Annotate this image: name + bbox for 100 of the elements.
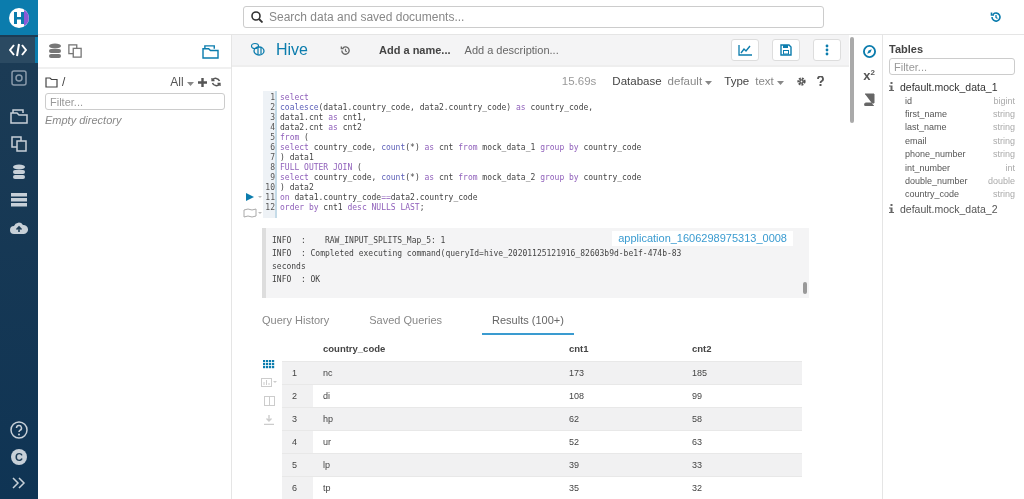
chart-button[interactable] (731, 39, 759, 62)
refresh-icon[interactable] (211, 77, 221, 87)
column-name[interactable]: int_number (905, 162, 951, 173)
run-icon[interactable] (245, 191, 263, 202)
column-type: string (993, 122, 1015, 133)
logo-icon (0, 0, 38, 35)
functions-button[interactable]: x$^{2}$ (863, 68, 875, 84)
line-number: 9 (269, 173, 275, 183)
table-filter-field[interactable]: Filter... (889, 58, 1015, 75)
filter-field[interactable]: Filter... (45, 93, 225, 110)
folder-icon (10, 108, 28, 124)
column-type: string (993, 149, 1015, 160)
line-number: 6 (269, 143, 275, 153)
row-number: 3 (282, 407, 313, 431)
column-name[interactable]: id (905, 95, 912, 106)
row-number: 2 (282, 384, 313, 408)
save-icon (780, 44, 792, 57)
table-row[interactable]: default.mock_data_2 (889, 201, 1018, 217)
column-name[interactable]: phone_number (905, 149, 966, 160)
column-header[interactable]: cnt2 (682, 335, 802, 362)
line-number: 11 (264, 193, 275, 203)
history-icon[interactable] (990, 11, 1002, 23)
line-number: 4 (269, 123, 275, 133)
compass-icon[interactable] (862, 45, 876, 58)
copy-icon (11, 136, 27, 152)
folder-icon[interactable] (202, 43, 219, 59)
table-cell: nc (313, 361, 559, 385)
column-type: bigint (993, 95, 1015, 106)
table-name[interactable]: default.mock_data_1 (900, 80, 998, 93)
user-avatar[interactable]: C (11, 449, 27, 465)
more-icon (825, 44, 829, 57)
column-name[interactable]: country_code (905, 189, 960, 200)
log-line: seconds (272, 260, 306, 273)
editor-title: Hive (276, 41, 308, 60)
column-name[interactable]: last_name (905, 122, 947, 133)
caret-icon (777, 81, 784, 86)
info-icon[interactable] (889, 204, 894, 214)
search-field[interactable]: Search data and saved documents... (243, 6, 824, 28)
row-number: 1 (282, 361, 313, 385)
table-cell: 62 (559, 407, 682, 431)
result-tab[interactable]: Saved Queries (369, 312, 442, 335)
help-icon[interactable] (10, 421, 28, 439)
type-label: Type (724, 75, 750, 88)
query-name-field[interactable]: Add a name... (379, 44, 451, 57)
table-cell: 58 (682, 407, 802, 431)
log-line: INFO : Completed executing command(queryId=hive_20201125121916_82603b9d-be1f-474b-83 (272, 247, 682, 260)
grid-icon[interactable] (263, 360, 275, 369)
execution-time: 15.69s (561, 75, 597, 88)
table-cell: 185 (682, 361, 802, 385)
info-icon[interactable] (889, 82, 894, 91)
column-header[interactable]: country_code (313, 335, 559, 362)
line-number: 7 (269, 153, 275, 163)
column-type: string (993, 189, 1015, 200)
type-dropdown[interactable]: text (755, 75, 784, 88)
result-tab[interactable]: Results (100+) (482, 312, 574, 335)
nav-editor-button[interactable] (0, 37, 38, 63)
line-number: 12 (264, 203, 275, 214)
bee-icon (250, 42, 268, 59)
table-cell: tp (313, 476, 559, 499)
folder-icon (45, 76, 58, 88)
save-button[interactable] (772, 39, 800, 62)
database-icon[interactable] (48, 43, 62, 59)
table-row[interactable]: default.mock_data_1 (889, 79, 1018, 94)
book-icon[interactable] (863, 93, 875, 107)
cloud-upload-icon (10, 221, 28, 235)
copy-icon[interactable] (68, 44, 82, 58)
result-tab[interactable]: Query History (262, 312, 330, 335)
tables-title: Tables (889, 43, 925, 55)
column-type: double (987, 176, 1015, 187)
server-icon (11, 193, 27, 207)
column-name[interactable]: first_name (905, 109, 948, 120)
plus-icon[interactable] (198, 77, 207, 87)
column-type: string (993, 109, 1015, 120)
line-number: 8 (269, 163, 275, 173)
help-icon[interactable] (817, 76, 824, 87)
folder-path: / (62, 75, 66, 89)
line-chart-icon (738, 44, 752, 56)
line-number: 5 (269, 133, 275, 143)
query-description-field[interactable]: Add a description... (464, 44, 559, 57)
row-number: 6 (282, 476, 313, 499)
settings-icon[interactable] (796, 75, 807, 87)
database-dropdown[interactable]: default (667, 75, 713, 88)
column-header[interactable]: cnt1 (559, 335, 682, 362)
table-cell: 39 (559, 453, 682, 477)
empty-directory-text: Empty directory (45, 114, 123, 126)
expand-icon[interactable] (12, 477, 26, 489)
table-cell: hp (313, 407, 559, 431)
column-name[interactable]: double_number (905, 176, 968, 187)
code-editor[interactable]: select coalesce(data1.country_code, data2.country_code) as country_code, data1.cnt as cnt1, data2.cnt as cnt2 from ( select country_code, count(*) as cnt from mock_data_1 group by country_code ) data1 FULL OUTER JOIN ( select country_code, count(*) as cnt from mock_data_2 group by country_code ) data2 on data1.country_code==data2.country_code order by cnt1 desc NULLS LAST; (277, 91, 645, 218)
history-icon[interactable] (340, 44, 351, 56)
line-number: 10 (264, 183, 275, 193)
table-cell: lp (313, 453, 559, 477)
row-number: 4 (282, 430, 313, 454)
table-name[interactable]: default.mock_data_2 (900, 202, 998, 215)
row-number: 5 (282, 453, 313, 477)
table-cell: 35 (559, 476, 682, 499)
column-name[interactable]: email (905, 135, 927, 146)
table-cell: 173 (559, 361, 682, 385)
line-number: 3 (269, 113, 275, 123)
filter-dropdown[interactable]: All (170, 75, 194, 89)
